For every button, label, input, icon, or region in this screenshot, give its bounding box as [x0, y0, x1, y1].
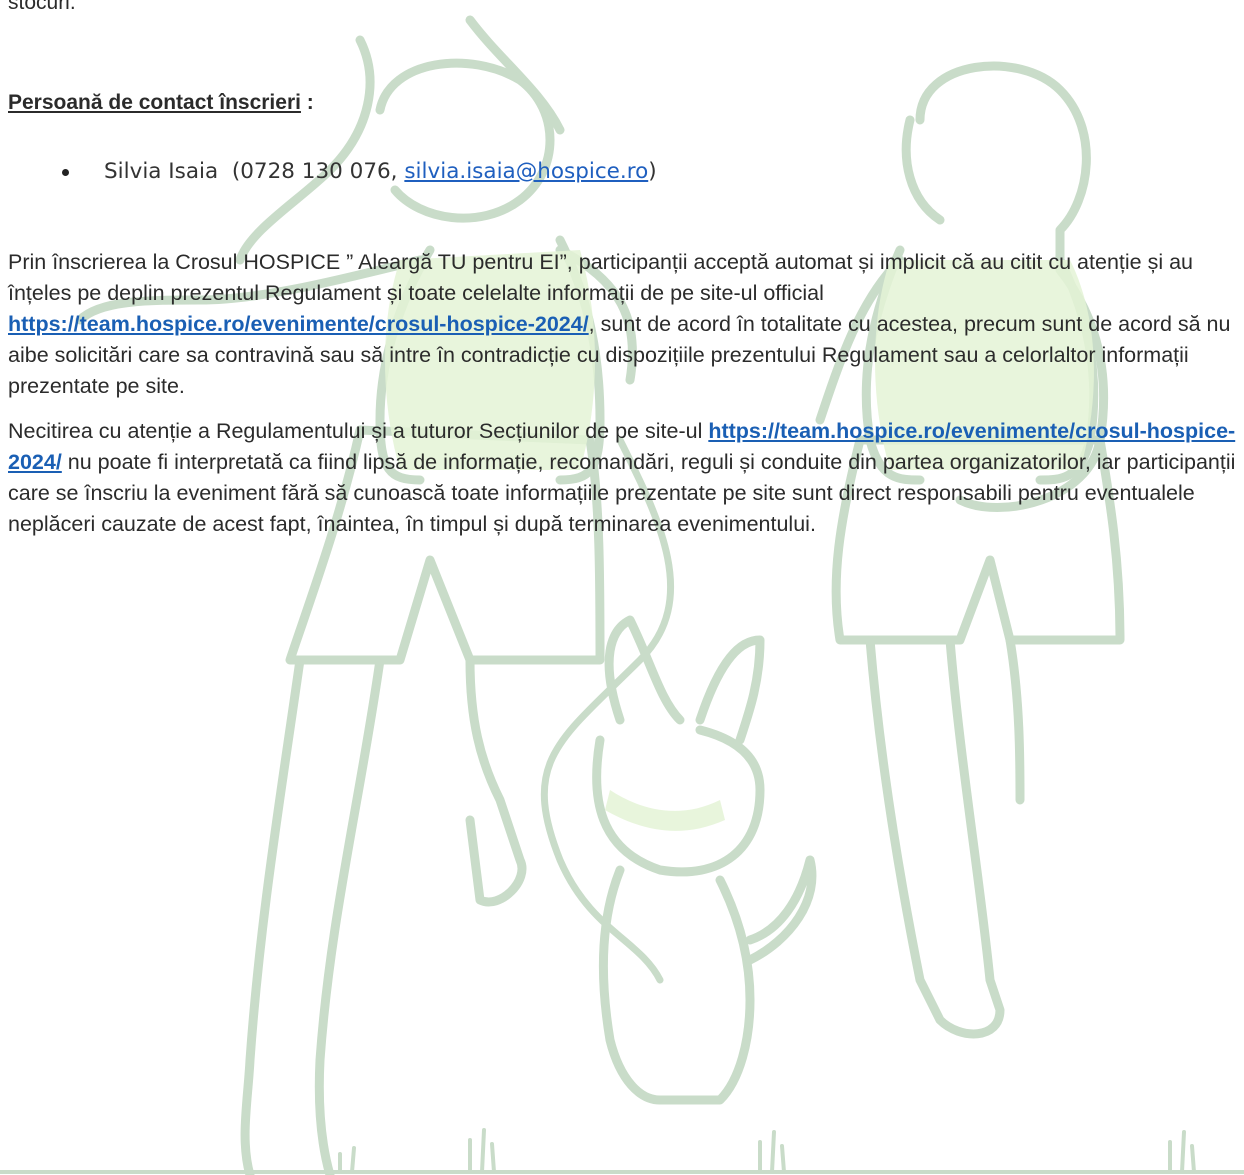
- contact-heading: Persoană de contact înscrieri :: [8, 89, 314, 117]
- disclaimer-paragraph: Necitirea cu atenție a Regulamentului și…: [8, 416, 1240, 540]
- contact-heading-label: Persoană de contact înscrieri: [8, 91, 301, 114]
- contact-list: Silvia Isaia (0728 130 076, silvia.isaia…: [60, 157, 657, 187]
- event-site-link[interactable]: https://team.hospice.ro/evenimente/crosu…: [8, 312, 589, 336]
- participation-text-start: Prin înscrierea la Crosul HOSPICE ” Alea…: [8, 250, 1193, 305]
- previous-page-fragment: stocuri.: [8, 0, 76, 14]
- disclaimer-text-end: nu poate fi interpretată ca fiind lipsă …: [8, 450, 1236, 536]
- contact-phone: (0728 130 076,: [218, 159, 405, 184]
- bullet-dot-icon: [62, 169, 69, 176]
- contact-heading-colon: :: [300, 91, 314, 114]
- contact-suffix: ): [648, 159, 657, 184]
- contact-email-link[interactable]: silvia.isaia@hospice.ro: [404, 159, 648, 184]
- participation-paragraph: Prin înscrierea la Crosul HOSPICE ” Alea…: [8, 247, 1240, 402]
- contact-name: Silvia Isaia: [104, 159, 219, 184]
- disclaimer-text-start: Necitirea cu atenție a Regulamentului și…: [8, 419, 709, 443]
- list-item: Silvia Isaia (0728 130 076, silvia.isaia…: [60, 157, 657, 187]
